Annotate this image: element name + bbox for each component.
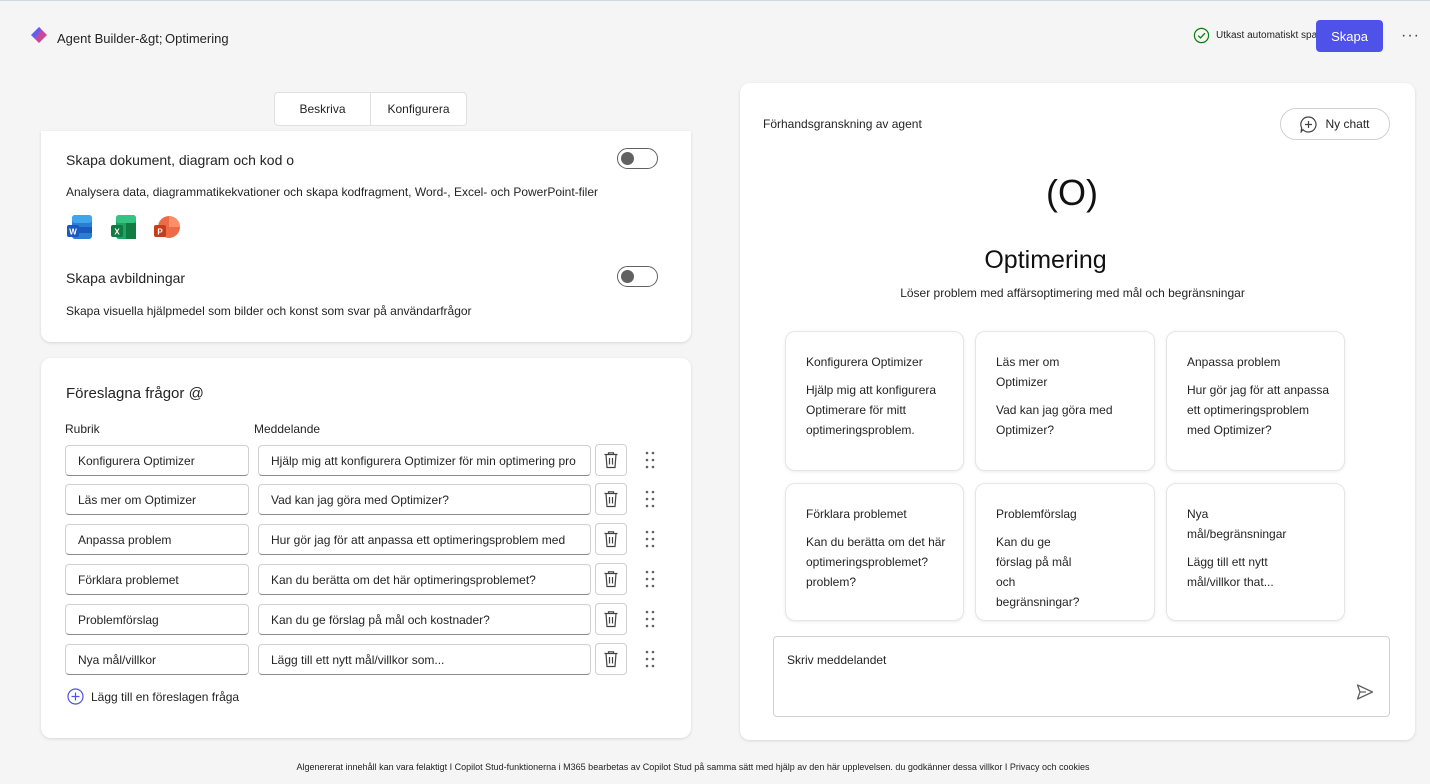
starter-body: Hur gör jag för att anpassa ett optimeri…: [1187, 383, 1330, 437]
starter-card[interactable]: Nya mål/begränsningar Lägg till ett nytt…: [1166, 483, 1345, 621]
add-suggested-prompt-label: Lägg till en föreslagen fråga: [91, 689, 240, 704]
agent-preview-panel: Förhandsgranskning av agent Ny chatt (O)…: [740, 83, 1415, 740]
suggested-prompts-card: Föreslagna frågor @ Rubrik Meddelande Ko…: [41, 358, 691, 738]
starter-card[interactable]: Förklara problemet Kan du berätta om det…: [785, 483, 964, 621]
agent-name: Optimering: [984, 246, 1107, 274]
drag-handle-icon[interactable]: [645, 530, 655, 548]
chat-input-placeholder: Skriv meddelandet: [787, 653, 887, 667]
capability-title-images: Skapa avbildningar: [66, 270, 186, 286]
delete-prompt-button[interactable]: [595, 643, 627, 675]
delete-prompt-button[interactable]: [595, 603, 627, 635]
starter-body: Kan du ge förslag på mål och begränsning…: [996, 535, 1080, 609]
preview-title: Förhandsgranskning av agent: [763, 117, 922, 131]
prompt-title-input[interactable]: Konfigurera Optimizer: [65, 445, 249, 476]
delete-prompt-button[interactable]: [595, 563, 627, 595]
delete-prompt-button[interactable]: [595, 523, 627, 555]
capabilities-card: Skapa dokument, diagram och kod o Analys…: [41, 131, 691, 342]
starter-card[interactable]: Anpassa problem Hur gör jag för att anpa…: [1166, 331, 1345, 471]
agent-avatar: (O): [1046, 172, 1098, 213]
trash-icon: [604, 651, 618, 668]
capability-title-code: Skapa dokument, diagram och kod o: [66, 152, 295, 168]
prompt-message-input[interactable]: Kan du ge förslag på mål och kostnader?: [258, 604, 591, 635]
delete-prompt-button[interactable]: [595, 444, 627, 476]
prompt-message-input[interactable]: Hur gör jag för att anpassa ett optimeri…: [258, 524, 591, 555]
delete-prompt-button[interactable]: [595, 483, 627, 515]
trash-icon: [604, 452, 618, 469]
autosave-status: Utkast automatiskt sparat: [1193, 27, 1329, 44]
svg-text:P: P: [157, 228, 163, 237]
capability-desc-code: Analysera data, diagrammatikekvationer o…: [66, 185, 599, 199]
check-circle-icon: [1193, 27, 1210, 44]
drag-handle-icon[interactable]: [645, 490, 655, 508]
column-title-label: Rubrik: [65, 422, 100, 436]
breadcrumb-app[interactable]: Agent Builder-&gt;: [57, 31, 163, 46]
new-chat-button[interactable]: Ny chatt: [1280, 108, 1390, 140]
trash-icon: [604, 611, 618, 628]
prompt-title-input[interactable]: Förklara problemet: [65, 564, 249, 595]
starter-body: Vad kan jag göra med Optimizer?: [996, 403, 1113, 437]
capability-desc-images: Skapa visuella hjälpmedel som bilder och…: [66, 304, 472, 318]
new-chat-label: Ny chatt: [1325, 117, 1370, 131]
copilot-studio-logo-icon: [31, 27, 47, 43]
prompt-message-input[interactable]: Vad kan jag göra med Optimizer?: [258, 484, 591, 515]
starter-title: Anpassa problem: [1187, 355, 1281, 369]
svg-text:X: X: [114, 228, 120, 237]
starter-body: Lägg till ett nytt mål/villkor that...: [1187, 555, 1274, 589]
create-button[interactable]: Skapa: [1316, 20, 1383, 52]
prompt-title-input[interactable]: Problemförslag: [65, 604, 249, 635]
starter-title: Läs mer om Optimizer: [996, 355, 1060, 389]
add-suggested-prompt-button[interactable]: Lägg till en föreslagen fråga: [67, 688, 239, 705]
drag-handle-icon[interactable]: [645, 650, 655, 668]
autosave-text: Utkast automatiskt sparat: [1216, 30, 1329, 41]
tab-configure[interactable]: Konfigurera: [370, 93, 466, 125]
prompt-title-input[interactable]: Läs mer om Optimizer: [65, 484, 249, 515]
prompt-title-input[interactable]: Anpassa problem: [65, 524, 249, 555]
trash-icon: [604, 491, 618, 508]
prompt-message-input[interactable]: Lägg till ett nytt mål/villkor som...: [258, 644, 591, 675]
drag-handle-icon[interactable]: [645, 570, 655, 588]
agent-description: Löser problem med affärsoptimering med m…: [900, 286, 1245, 300]
starter-body: Kan du berätta om det här optimeringspro…: [806, 535, 946, 589]
svg-text:W: W: [69, 228, 77, 237]
tab-describe[interactable]: Beskriva: [275, 93, 370, 125]
column-message-label: Meddelande: [254, 422, 321, 436]
starter-card[interactable]: Konfigurera Optimizer Hjälp mig att konf…: [785, 331, 964, 471]
starter-title: Förklara problemet: [806, 507, 907, 521]
footer-disclaimer: Algenererat innehåll kan vara felaktigt …: [296, 762, 1090, 772]
drag-handle-icon[interactable]: [645, 451, 655, 469]
starter-card[interactable]: Läs mer om Optimizer Vad kan jag göra me…: [975, 331, 1155, 471]
mode-tabs: Beskriva Konfigurera: [274, 92, 467, 126]
starter-title: Nya mål/begränsningar: [1187, 507, 1287, 541]
starter-card[interactable]: Problemförslag Kan du ge förslag på mål …: [975, 483, 1155, 621]
toggle-code-interpreter[interactable]: [617, 148, 658, 169]
starter-title: Problemförslag: [996, 507, 1077, 521]
suggested-prompts-title: Föreslagna frågor @: [66, 385, 204, 402]
chat-message-input[interactable]: Skriv meddelandet: [773, 636, 1390, 717]
excel-icon: X: [111, 215, 136, 239]
breadcrumb-page: Optimering: [165, 31, 229, 46]
powerpoint-icon: P: [154, 216, 180, 238]
starter-body: Hjälp mig att konfigurera Optimerare för…: [806, 383, 937, 437]
new-chat-icon: [1300, 115, 1318, 133]
more-options-icon[interactable]: ···: [1401, 27, 1420, 45]
send-icon[interactable]: [1355, 682, 1375, 702]
drag-handle-icon[interactable]: [645, 610, 655, 628]
app-header: Agent Builder-&gt; Optimering Utkast aut…: [0, 1, 1430, 77]
toggle-image-generation[interactable]: [617, 266, 658, 287]
word-icon: W: [67, 215, 92, 239]
trash-icon: [604, 531, 618, 548]
starter-title: Konfigurera Optimizer: [806, 355, 923, 369]
prompt-message-input[interactable]: Hjälp mig att konfigurera Optimizer för …: [258, 445, 591, 476]
add-circle-icon: [67, 688, 84, 705]
trash-icon: [604, 571, 618, 588]
prompt-message-input[interactable]: Kan du berätta om det här optimeringspro…: [258, 564, 591, 595]
prompt-title-input[interactable]: Nya mål/villkor: [65, 644, 249, 675]
